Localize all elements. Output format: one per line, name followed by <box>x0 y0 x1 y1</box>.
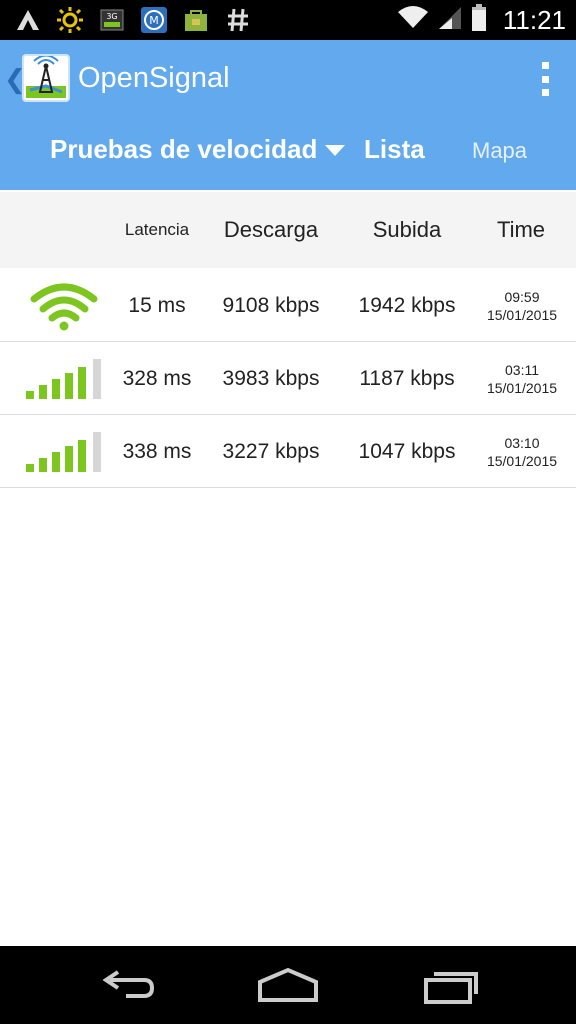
table-row[interactable]: 15 ms 9108 kbps 1942 kbps 09:59 15/01/20… <box>0 269 576 342</box>
sun-icon <box>56 6 84 34</box>
timestamp: 03:11 15/01/2015 <box>476 342 568 415</box>
header-latency[interactable]: Latencia <box>110 192 204 268</box>
home-icon[interactable] <box>256 966 320 1006</box>
system-navigation-bar <box>0 946 576 1024</box>
time-value: 09:59 <box>504 288 540 305</box>
hash-icon <box>224 6 252 34</box>
timestamp: 03:10 15/01/2015 <box>476 415 568 488</box>
timestamp: 09:59 15/01/2015 <box>476 269 568 342</box>
m-icon: M <box>140 6 168 34</box>
system-status: 11:21 <box>397 0 566 40</box>
header-upload[interactable]: Subida <box>344 192 470 268</box>
tab-lista[interactable]: Lista <box>364 134 425 165</box>
tab-mapa[interactable]: Mapa <box>472 138 527 164</box>
table-header: Latencia Descarga Subida Time <box>0 192 576 268</box>
view-navigation: Pruebas de velocidad Lista Mapa <box>0 126 576 176</box>
a-icon <box>14 6 42 34</box>
battery-icon <box>471 3 487 37</box>
time-value: 03:11 <box>505 361 539 378</box>
svg-text:3G: 3G <box>106 12 117 21</box>
table-row[interactable]: 338 ms 3227 kbps 1047 kbps 03:10 15/01/2… <box>0 415 576 488</box>
cell-signal-bars-icon <box>18 342 110 415</box>
notification-icons: 3G M <box>0 0 252 40</box>
clock: 11:21 <box>502 4 566 35</box>
time-value: 03:10 <box>504 434 540 451</box>
header-time[interactable]: Time <box>478 192 564 268</box>
cell-signal-bars-icon <box>18 415 110 488</box>
latency-value: 15 ms <box>128 293 186 317</box>
3g-icon: 3G <box>98 6 126 34</box>
download-value: 3983 kbps <box>222 366 320 390</box>
download-value: 9108 kbps <box>222 293 320 317</box>
date-value: 15/01/2015 <box>486 306 558 323</box>
table-row[interactable]: 328 ms 3983 kbps 1187 kbps 03:11 15/01/2… <box>0 342 576 415</box>
cell-signal-icon <box>437 5 463 36</box>
speed-tests-dropdown[interactable]: Pruebas de velocidad <box>50 134 346 165</box>
upload-value: 1187 kbps <box>359 366 455 390</box>
overflow-menu-icon[interactable] <box>540 62 550 96</box>
bag-icon <box>182 6 210 34</box>
wifi-icon <box>397 5 429 35</box>
status-bar: 3G M 11:21 <box>0 0 576 40</box>
date-value: 15/01/2015 <box>486 452 558 469</box>
recent-apps-icon[interactable] <box>420 966 484 1006</box>
upload-value: 1942 kbps <box>358 293 456 317</box>
upload-value: 1047 kbps <box>358 439 456 463</box>
app-logo[interactable] <box>22 54 70 102</box>
header-download[interactable]: Descarga <box>210 192 332 268</box>
back-icon[interactable] <box>96 966 160 1006</box>
wifi-signal-icon <box>18 269 110 342</box>
speed-tests-label: Pruebas de velocidad <box>50 134 318 164</box>
latency-value: 328 ms <box>122 366 192 390</box>
dropdown-caret-icon <box>325 145 346 156</box>
latency-value: 338 ms <box>122 439 192 463</box>
svg-text:M: M <box>149 14 159 27</box>
download-value: 3227 kbps <box>222 439 320 463</box>
app-title[interactable]: OpenSignal <box>78 62 230 95</box>
date-value: 15/01/2015 <box>486 379 558 396</box>
